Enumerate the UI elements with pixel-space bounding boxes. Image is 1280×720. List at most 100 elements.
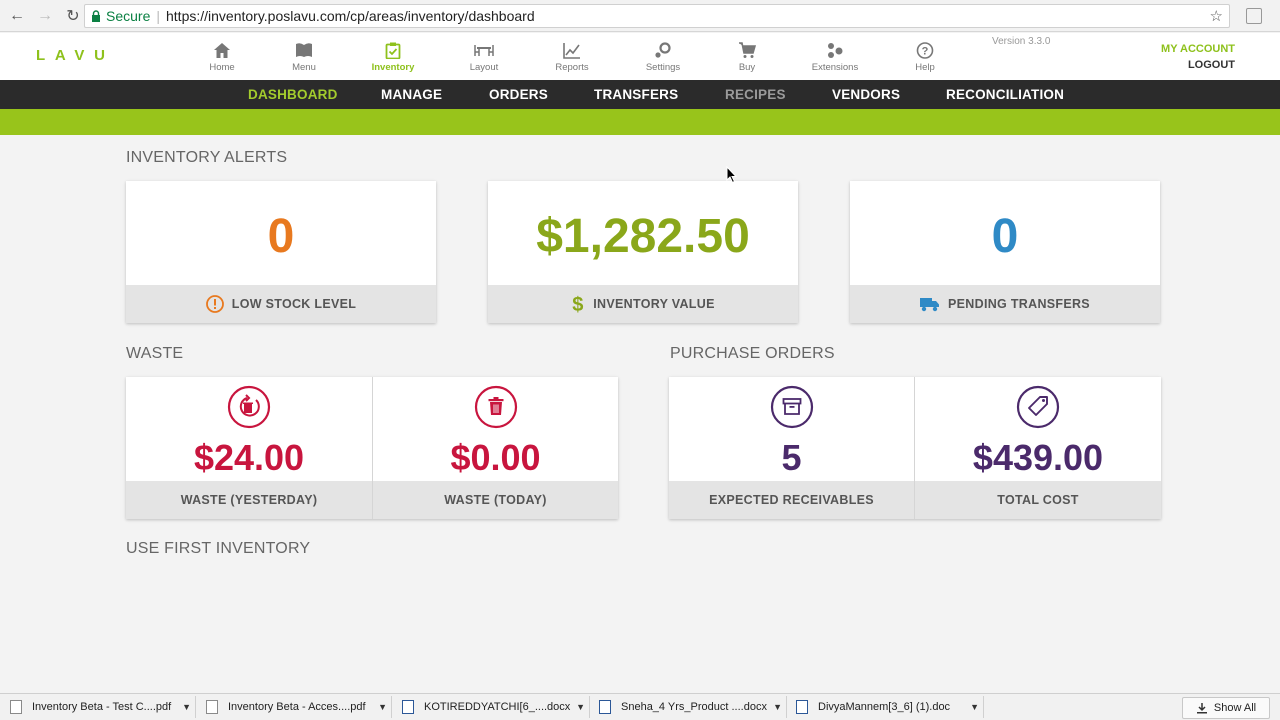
- tab-transfers[interactable]: TRANSFERS: [594, 87, 678, 102]
- chevron-down-icon[interactable]: ▼: [576, 702, 585, 712]
- pending-transfers-card[interactable]: 0 PENDING TRANSFERS: [850, 181, 1160, 323]
- box-icon: [770, 385, 813, 429]
- nav-home[interactable]: Home: [186, 39, 258, 73]
- my-account-link[interactable]: MY ACCOUNT: [1161, 41, 1235, 57]
- show-all-label: Show All: [1213, 702, 1257, 714]
- download-bar: Inventory Beta - Test C....pdf ▼ Invento…: [0, 693, 1280, 720]
- download-item[interactable]: DivyaMannem[3_6] (1).doc ▼: [788, 696, 984, 718]
- pending-transfers-footer: PENDING TRANSFERS: [850, 285, 1160, 323]
- svg-text:?: ?: [922, 46, 929, 58]
- chevron-down-icon[interactable]: ▼: [970, 702, 979, 712]
- expected-receivables-cell[interactable]: 5 EXPECTED RECEIVABLES: [669, 377, 914, 519]
- green-banner: [0, 109, 1280, 135]
- waste-yesterday-cell[interactable]: $24.00 WASTE (YESTERDAY): [126, 377, 372, 519]
- download-icon: [1196, 703, 1207, 714]
- bookmark-star-icon[interactable]: ☆: [1210, 7, 1223, 25]
- extensions-icon: [828, 43, 843, 58]
- nav-buy-label: Buy: [738, 62, 756, 73]
- purchase-orders-card: 5 EXPECTED RECEIVABLES $439.00 TOTAL COS…: [669, 377, 1161, 519]
- inventory-value-footer: $ INVENTORY VALUE: [488, 285, 798, 323]
- address-bar[interactable]: Secure | https://inventory.poslavu.com/c…: [84, 4, 1230, 28]
- word-file-icon: [796, 700, 808, 714]
- tab-manage[interactable]: MANAGE: [381, 87, 442, 102]
- chevron-down-icon[interactable]: ▼: [182, 702, 191, 712]
- purchase-orders-title: PURCHASE ORDERS: [670, 345, 835, 362]
- warning-icon: [205, 295, 224, 313]
- nav-menu-label: Menu: [292, 62, 316, 73]
- url-text[interactable]: https://inventory.poslavu.com/cp/areas/i…: [166, 8, 535, 24]
- help-icon: ?: [916, 42, 934, 59]
- nav-inventory[interactable]: Inventory: [357, 39, 429, 73]
- forward-icon[interactable]: →: [34, 5, 56, 27]
- cart-icon: [739, 42, 756, 58]
- chart-icon: [563, 43, 580, 59]
- nav-extensions-label: Extensions: [811, 62, 859, 73]
- lock-icon: [92, 10, 100, 22]
- waste-card: $24.00 WASTE (YESTERDAY) $0.00 WASTE (TO…: [126, 377, 618, 519]
- nav-home-label: Home: [209, 62, 235, 73]
- word-file-icon: [599, 700, 611, 714]
- nav-settings-label: Settings: [645, 62, 681, 73]
- nav-layout-label: Layout: [469, 62, 499, 73]
- tab-dashboard[interactable]: DASHBOARD: [248, 87, 338, 102]
- secure-label: Secure: [106, 8, 151, 24]
- pending-transfers-value: 0: [991, 210, 1019, 263]
- nav-layout[interactable]: Layout: [448, 39, 520, 73]
- nav-help[interactable]: ? Help: [889, 39, 961, 73]
- nav-menu[interactable]: Menu: [268, 39, 340, 73]
- tab-reconciliation[interactable]: RECONCILIATION: [946, 87, 1064, 102]
- download-item[interactable]: Sneha_4 Yrs_Product ....docx ▼: [591, 696, 787, 718]
- expected-receivables-label: EXPECTED RECEIVABLES: [669, 481, 914, 519]
- logout-link[interactable]: LOGOUT: [1161, 57, 1235, 73]
- app-header: LAVU Home Menu Inventory Layout Reports …: [0, 33, 1280, 80]
- low-stock-footer: LOW STOCK LEVEL: [126, 285, 436, 323]
- pdf-file-icon: [206, 700, 218, 714]
- download-item-label: Sneha_4 Yrs_Product ....docx: [621, 701, 767, 713]
- back-icon[interactable]: ←: [6, 5, 28, 27]
- download-item-label: KOTIREDDYATCHI[6_....docx: [424, 701, 571, 713]
- waste-today-cell[interactable]: $0.00 WASTE (TODAY): [373, 377, 618, 519]
- inventory-alerts-title: INVENTORY ALERTS: [126, 149, 288, 166]
- reload-icon[interactable]: ↻: [62, 5, 84, 27]
- tab-orders[interactable]: ORDERS: [489, 87, 548, 102]
- total-cost-value: $439.00: [972, 437, 1104, 478]
- download-item[interactable]: Inventory Beta - Test C....pdf ▼: [2, 696, 196, 718]
- waste-title: WASTE: [126, 345, 184, 362]
- chevron-down-icon[interactable]: ▼: [773, 702, 782, 712]
- inventory-value-label: INVENTORY VALUE: [593, 297, 715, 311]
- pdf-file-icon: [10, 700, 22, 714]
- lavu-logo[interactable]: LAVU: [36, 47, 110, 66]
- trash-icon: [474, 385, 517, 429]
- home-icon: [214, 43, 230, 58]
- nav-extensions[interactable]: Extensions: [799, 39, 871, 73]
- low-stock-value: 0: [267, 210, 295, 263]
- nav-inventory-label: Inventory: [371, 62, 415, 73]
- svg-text:LAVU: LAVU: [36, 47, 108, 61]
- inventory-value-value: $1,282.50: [536, 210, 750, 263]
- trash-undo-icon: [227, 385, 271, 429]
- nav-buy[interactable]: Buy: [711, 39, 783, 73]
- extension-icon[interactable]: [1246, 8, 1262, 24]
- word-file-icon: [402, 700, 414, 714]
- chevron-down-icon[interactable]: ▼: [378, 702, 387, 712]
- download-item[interactable]: Inventory Beta - Acces....pdf ▼: [198, 696, 392, 718]
- nav-reports[interactable]: Reports: [536, 39, 608, 73]
- omnibox-separator: |: [156, 8, 160, 24]
- waste-today-value: $0.00: [450, 437, 541, 478]
- tab-vendors[interactable]: VENDORS: [832, 87, 900, 102]
- waste-yesterday-label: WASTE (YESTERDAY): [126, 481, 372, 519]
- clipboard-icon: [385, 42, 401, 59]
- download-item-label: Inventory Beta - Acces....pdf: [228, 701, 366, 713]
- inventory-value-card[interactable]: $1,282.50 $ INVENTORY VALUE: [488, 181, 798, 323]
- total-cost-cell[interactable]: $439.00 TOTAL COST: [915, 377, 1161, 519]
- low-stock-card[interactable]: 0 LOW STOCK LEVEL: [126, 181, 436, 323]
- tab-recipes[interactable]: RECIPES: [725, 87, 786, 102]
- account-links: MY ACCOUNT LOGOUT: [1161, 41, 1235, 73]
- nav-settings[interactable]: Settings: [627, 39, 699, 73]
- waste-today-label: WASTE (TODAY): [373, 481, 618, 519]
- download-item[interactable]: KOTIREDDYATCHI[6_....docx ▼: [394, 696, 590, 718]
- waste-yesterday-value: $24.00: [193, 437, 305, 478]
- pending-transfers-label: PENDING TRANSFERS: [948, 297, 1090, 311]
- table-icon: [474, 45, 494, 56]
- show-all-button[interactable]: Show All: [1182, 697, 1270, 719]
